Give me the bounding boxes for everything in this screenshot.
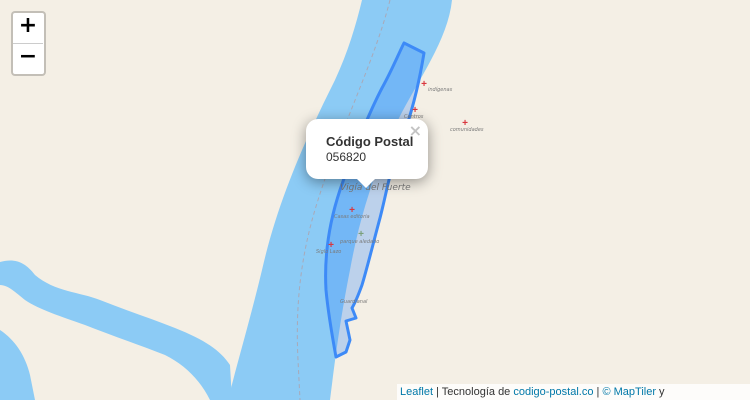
map-label: Siglo Lazo [316,249,341,255]
map-label: comunidades [450,127,484,133]
map-label: parque aledaño [339,239,379,245]
attribution-bar: Leaflet | Tecnología de codigo-postal.co… [397,384,750,400]
popup-postal-code: 056820 [326,150,367,164]
codigo-postal-link[interactable]: codigo-postal.co [513,386,593,398]
poi-marker[interactable]: + [421,79,427,90]
leaflet-link[interactable]: Leaflet [400,386,433,398]
map-label: Guardianal [340,299,368,305]
attribution-text: | Tecnología de [433,386,514,398]
map-label: indígenas [428,86,453,93]
attribution-tail: y [656,386,665,398]
popup-tip [356,178,376,188]
maptiler-link[interactable]: © MapTiler [602,386,656,398]
svg-text:+: + [421,79,427,90]
zoom-in-button[interactable]: + [13,13,43,43]
zoom-control: + − [11,11,46,76]
popup-title: Código Postal [326,134,414,149]
map-canvas[interactable]: + + + + + + indígenas Centros comunidade… [0,0,750,400]
zoom-out-button[interactable]: − [13,43,43,74]
postal-code-popup: × Código Postal 056820 [306,119,428,179]
map-label: Casas editoria [334,214,370,220]
